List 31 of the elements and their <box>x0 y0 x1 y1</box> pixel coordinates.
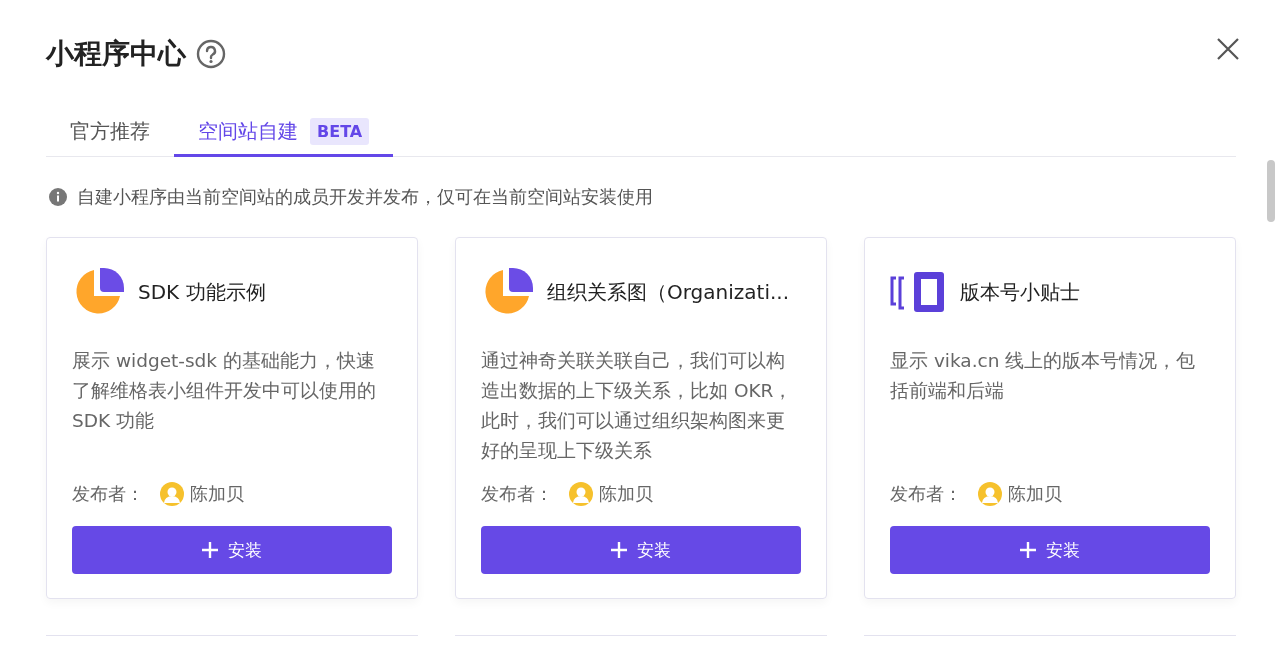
install-button[interactable]: 安装 <box>72 526 392 574</box>
install-button[interactable]: 安装 <box>890 526 1210 574</box>
tab[interactable]: 空间站自建 BETA <box>174 108 394 157</box>
notice-text: 自建小程序由当前空间站的成员开发并发布，仅可在当前空间站安装使用 <box>77 185 653 209</box>
scrollbar[interactable] <box>1267 160 1275 222</box>
dialog-title: 小程序中心 <box>46 36 186 72</box>
widget-name: 组织关系图（Organizati... <box>547 278 790 306</box>
install-button[interactable]: 安装 <box>481 526 801 574</box>
bracket-icon <box>890 272 946 312</box>
publisher-label: 发布者： <box>890 482 962 506</box>
widget-description: 展示 widget-sdk 的基础能力，快速了解维格表小组件开发中可以使用的 SDK 功能 <box>72 349 377 433</box>
avatar-icon <box>160 482 184 506</box>
publisher-name: 陈加贝 <box>1008 482 1062 506</box>
widget-description: 显示 vika.cn 线上的版本号情况，包括前端和后端 <box>890 349 1197 403</box>
close-icon[interactable] <box>1216 37 1240 61</box>
avatar-icon <box>569 482 593 506</box>
widget-name: 版本号小贴士 <box>960 278 1080 306</box>
help-icon[interactable] <box>196 39 226 69</box>
beta-badge: BETA <box>310 117 370 145</box>
tab[interactable]: 官方推荐 <box>46 108 174 157</box>
widget-name: SDK 功能示例 <box>138 278 266 306</box>
avatar-icon <box>978 482 1002 506</box>
plus-icon <box>611 542 627 558</box>
publisher-name: 陈加贝 <box>190 482 244 506</box>
publisher-label: 发布者： <box>72 482 144 506</box>
publisher-label: 发布者： <box>481 482 553 506</box>
plus-icon <box>1020 542 1036 558</box>
widget-description: 通过神奇关联关联自己，我们可以构造出数据的上下级关系，比如 OKR，此时，我们可以通过组织架构图来更好的呈现上下级关系 <box>481 349 794 463</box>
plus-icon <box>202 542 218 558</box>
info-icon <box>49 188 67 206</box>
publisher-name: 陈加贝 <box>599 482 653 506</box>
